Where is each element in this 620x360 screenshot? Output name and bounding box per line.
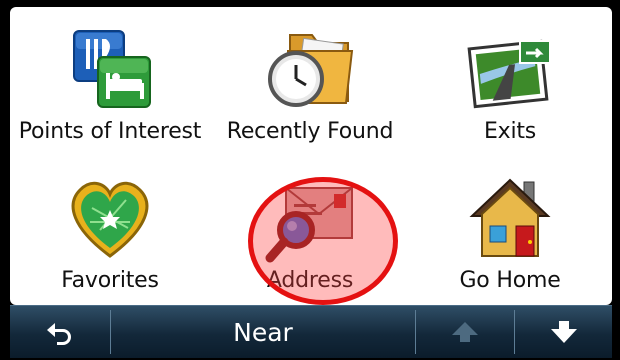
device-frame: Points of Interest Recently Found Exits … xyxy=(0,0,620,360)
exits-label: Exits xyxy=(483,119,537,144)
points-of-interest-icon xyxy=(73,30,151,108)
back-arrow-icon xyxy=(47,323,71,345)
scroll-down-icon xyxy=(550,321,577,343)
near-label: Near xyxy=(233,317,293,347)
points-of-interest-label: Points of Interest xyxy=(18,119,202,144)
favorites-label: Favorites xyxy=(61,268,159,293)
exits-icon xyxy=(467,39,551,109)
bottom-toolbar: Near xyxy=(10,305,612,358)
back-button[interactable] xyxy=(10,306,110,358)
scroll-up-icon xyxy=(452,322,478,342)
recently-found-label: Recently Found xyxy=(226,119,394,144)
recently-found-icon xyxy=(268,34,354,107)
points-of-interest-button[interactable]: Points of Interest xyxy=(10,7,210,156)
go-home-icon xyxy=(469,178,551,257)
exits-button[interactable]: Exits xyxy=(410,7,610,156)
go-home-button[interactable]: Go Home xyxy=(410,156,610,305)
address-button[interactable]: Address xyxy=(210,156,410,305)
go-home-label: Go Home xyxy=(459,268,561,293)
address-icon xyxy=(265,187,353,263)
address-label: Address xyxy=(266,268,354,293)
favorites-button[interactable]: Favorites xyxy=(10,156,210,305)
scroll-down-button[interactable] xyxy=(515,306,612,358)
recently-found-button[interactable]: Recently Found xyxy=(210,7,410,156)
favorites-icon xyxy=(71,181,149,258)
scroll-up-button[interactable] xyxy=(416,306,514,358)
where-to-menu: Points of Interest Recently Found Exits … xyxy=(10,7,612,305)
near-button[interactable]: Near xyxy=(111,306,415,358)
